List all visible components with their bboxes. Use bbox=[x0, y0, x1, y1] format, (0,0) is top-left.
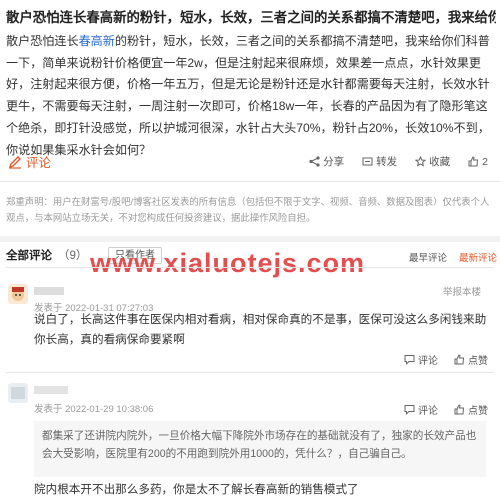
comment-timestamp: 发表于 2022-01-29 10:38:06 bbox=[34, 404, 154, 415]
share-label: 分享 bbox=[323, 156, 345, 168]
username-redacted[interactable] bbox=[34, 386, 68, 394]
divider bbox=[6, 372, 494, 373]
sort-newest[interactable]: 最新评论 bbox=[459, 250, 497, 264]
thumbs-up-icon bbox=[468, 156, 479, 167]
like-button[interactable]: 点赞 bbox=[454, 402, 488, 417]
watermark: www.xialuotejs.com bbox=[90, 248, 366, 278]
divider bbox=[6, 267, 494, 268]
comment-button[interactable]: 评论 bbox=[8, 152, 51, 171]
article-body-pre: 散户恐怕连长 bbox=[6, 34, 79, 48]
repost-button[interactable]: 转发 bbox=[362, 154, 397, 169]
avatar-image bbox=[8, 383, 28, 403]
reply-label: 评论 bbox=[418, 406, 438, 417]
favorite-label: 收藏 bbox=[429, 156, 451, 168]
avatar-image bbox=[8, 284, 28, 304]
sort-earliest[interactable]: 最早评论 bbox=[409, 250, 447, 264]
like-count: 2 bbox=[482, 155, 488, 168]
article-title: 散户恐怕连长春高新的粉针，短水，长效，三者之间的关系都搞不清楚吧，我来给你们科普 bbox=[6, 10, 496, 25]
star-icon bbox=[415, 156, 427, 167]
avatar[interactable] bbox=[8, 383, 28, 403]
speech-bubble-icon bbox=[404, 405, 415, 415]
like-button[interactable]: 2 bbox=[468, 154, 488, 169]
tab-all-label: 全部评论 bbox=[6, 250, 52, 262]
repost-label: 转发 bbox=[376, 156, 398, 168]
stock-link[interactable]: 春高新 bbox=[79, 34, 115, 48]
article-actions: 分享 转发 收藏 2 bbox=[309, 154, 488, 169]
avatar[interactable] bbox=[8, 284, 28, 304]
reply-button[interactable]: 评论 bbox=[404, 402, 438, 417]
comment-count: （9） bbox=[58, 250, 88, 262]
article-body: 散户恐怕连长春高新的粉针，短水，长效，三者之间的关系都搞不清楚吧，我来给你们科普… bbox=[6, 31, 494, 161]
comment-actions: 评论 点赞 bbox=[404, 402, 488, 417]
quoted-comment: 都集采了还讲院内院外，一旦价格大幅下降院外市场存在的基础就没有了，独家的长效产品… bbox=[34, 421, 486, 477]
share-button[interactable]: 分享 bbox=[309, 154, 344, 169]
article-body-post: 的粉针，短水，长效，三者之间的关系都搞不清楚吧，我来给你们科普一下，简单来说粉针… bbox=[6, 34, 490, 157]
tab-all-comments[interactable]: 全部评论 （9） bbox=[6, 247, 87, 263]
share-icon bbox=[309, 156, 320, 167]
reply-label: 评论 bbox=[418, 356, 438, 367]
section-separator bbox=[0, 236, 500, 242]
comment-actions: 评论 点赞 bbox=[404, 352, 488, 367]
repost-icon bbox=[362, 157, 373, 166]
like-button[interactable]: 点赞 bbox=[454, 352, 488, 367]
reply-button[interactable]: 评论 bbox=[404, 352, 438, 367]
comment-text: 说白了，长高这件事在医保内相对看病，相对保命真的不是事，医保可没这么多闲钱来助你… bbox=[34, 313, 487, 346]
like-label: 点赞 bbox=[468, 356, 488, 367]
username-redacted[interactable] bbox=[34, 287, 64, 295]
speech-bubble-icon bbox=[404, 355, 415, 365]
favorite-button[interactable]: 收藏 bbox=[415, 154, 450, 169]
comment-button-label: 评论 bbox=[26, 156, 52, 170]
thumbs-up-icon bbox=[454, 354, 465, 365]
like-label: 点赞 bbox=[468, 406, 488, 417]
report-link[interactable]: 举报本楼 bbox=[443, 284, 481, 298]
disclaimer-text: 郑重声明：用户在财富号/股吧/博客社区发表的所有信息（包括但不限于文字、视频、音… bbox=[6, 196, 490, 223]
divider bbox=[0, 181, 500, 182]
pen-icon bbox=[8, 155, 21, 169]
thumbs-up-icon bbox=[454, 404, 465, 415]
comment-text: 院内根本开不出那么多药，你是太不了解长春高新的销售模式了 bbox=[34, 483, 359, 496]
